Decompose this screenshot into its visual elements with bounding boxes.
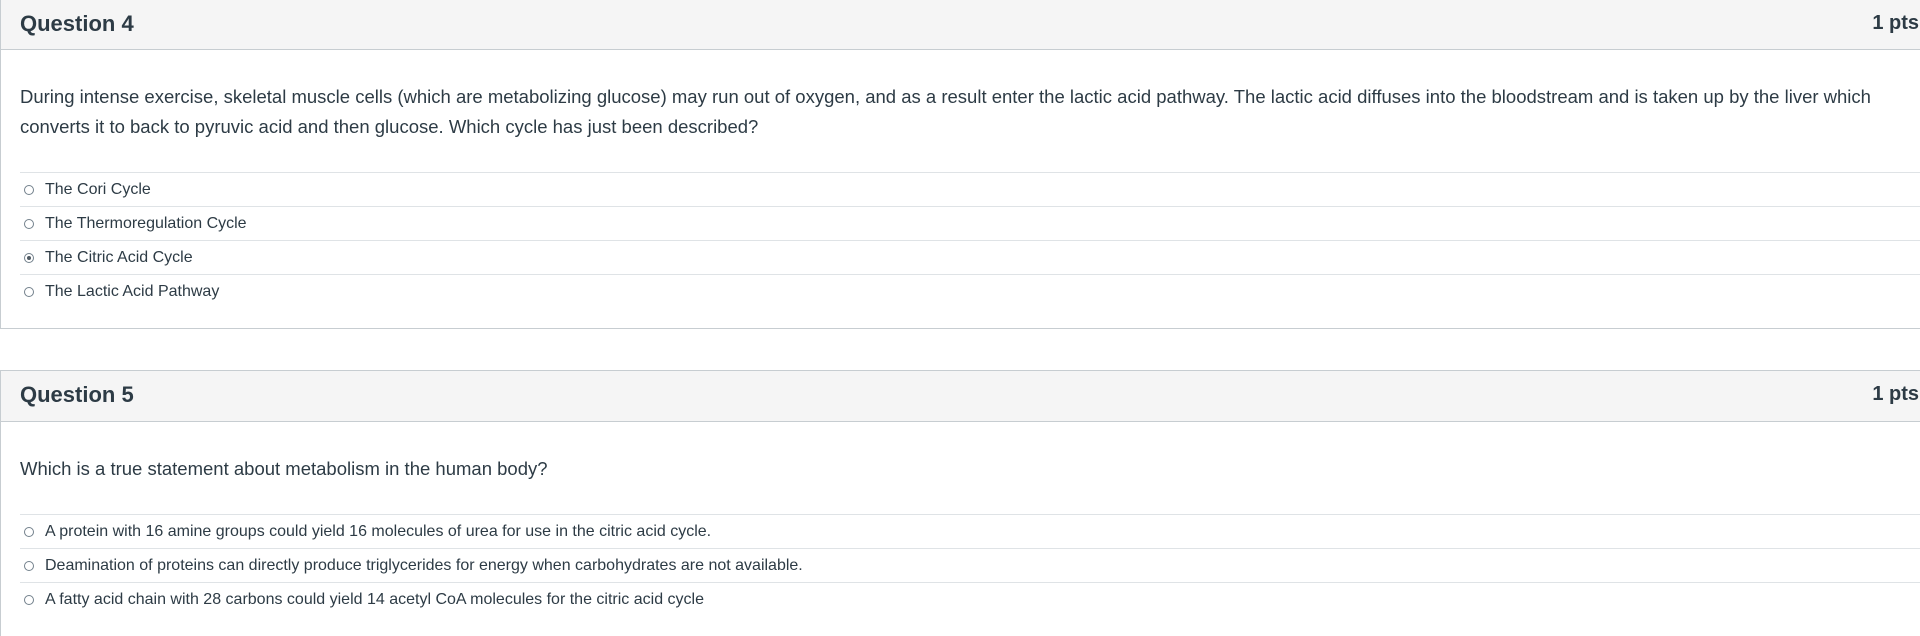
answer-option[interactable]: The Thermoregulation Cycle [20, 206, 1920, 240]
answer-option[interactable]: The Cori Cycle [20, 172, 1920, 206]
question-5-card: Question 5 1 pts Which is a true stateme… [0, 370, 1920, 636]
question-header: Question 4 1 pts [1, 0, 1920, 50]
answer-label[interactable]: Deamination of proteins can directly pro… [45, 556, 803, 576]
radio-button[interactable] [24, 185, 34, 195]
question-text: During intense exercise, skeletal muscle… [20, 86, 1871, 137]
question-points: 1 pts [1872, 383, 1919, 405]
answer-label[interactable]: The Citric Acid Cycle [45, 248, 193, 268]
quiz-page: Question 4 1 pts During intense exercise… [0, 0, 1920, 636]
answer-option-selected[interactable]: The Citric Acid Cycle [20, 240, 1920, 274]
radio-button-selected[interactable] [24, 253, 34, 263]
question-text: Which is a true statement about metaboli… [20, 458, 548, 479]
radio-button[interactable] [24, 287, 34, 297]
radio-button[interactable] [24, 595, 34, 605]
answer-list: A protein with 16 amine groups could yie… [20, 514, 1920, 616]
answer-label[interactable]: The Lactic Acid Pathway [45, 282, 219, 302]
question-title: Question 4 [20, 11, 134, 36]
answer-option[interactable]: Deamination of proteins can directly pro… [20, 548, 1920, 582]
answer-label[interactable]: A protein with 16 amine groups could yie… [45, 522, 711, 542]
radio-button[interactable] [24, 219, 34, 229]
question-header: Question 5 1 pts [1, 371, 1920, 422]
question-points: 1 pts [1872, 12, 1919, 34]
answer-option[interactable]: The Lactic Acid Pathway [20, 274, 1920, 308]
answer-label[interactable]: A fatty acid chain with 28 carbons could… [45, 590, 704, 610]
answer-label[interactable]: The Thermoregulation Cycle [45, 214, 247, 234]
question-title: Question 5 [20, 382, 134, 407]
answer-option[interactable]: A protein with 16 amine groups could yie… [20, 514, 1920, 548]
radio-button[interactable] [24, 527, 34, 537]
radio-button[interactable] [24, 561, 34, 571]
answer-list: The Cori Cycle The Thermoregulation Cycl… [20, 172, 1920, 308]
answer-option[interactable]: A fatty acid chain with 28 carbons could… [20, 582, 1920, 616]
answer-label[interactable]: The Cori Cycle [45, 180, 151, 200]
question-4-card: Question 4 1 pts During intense exercise… [0, 0, 1920, 329]
